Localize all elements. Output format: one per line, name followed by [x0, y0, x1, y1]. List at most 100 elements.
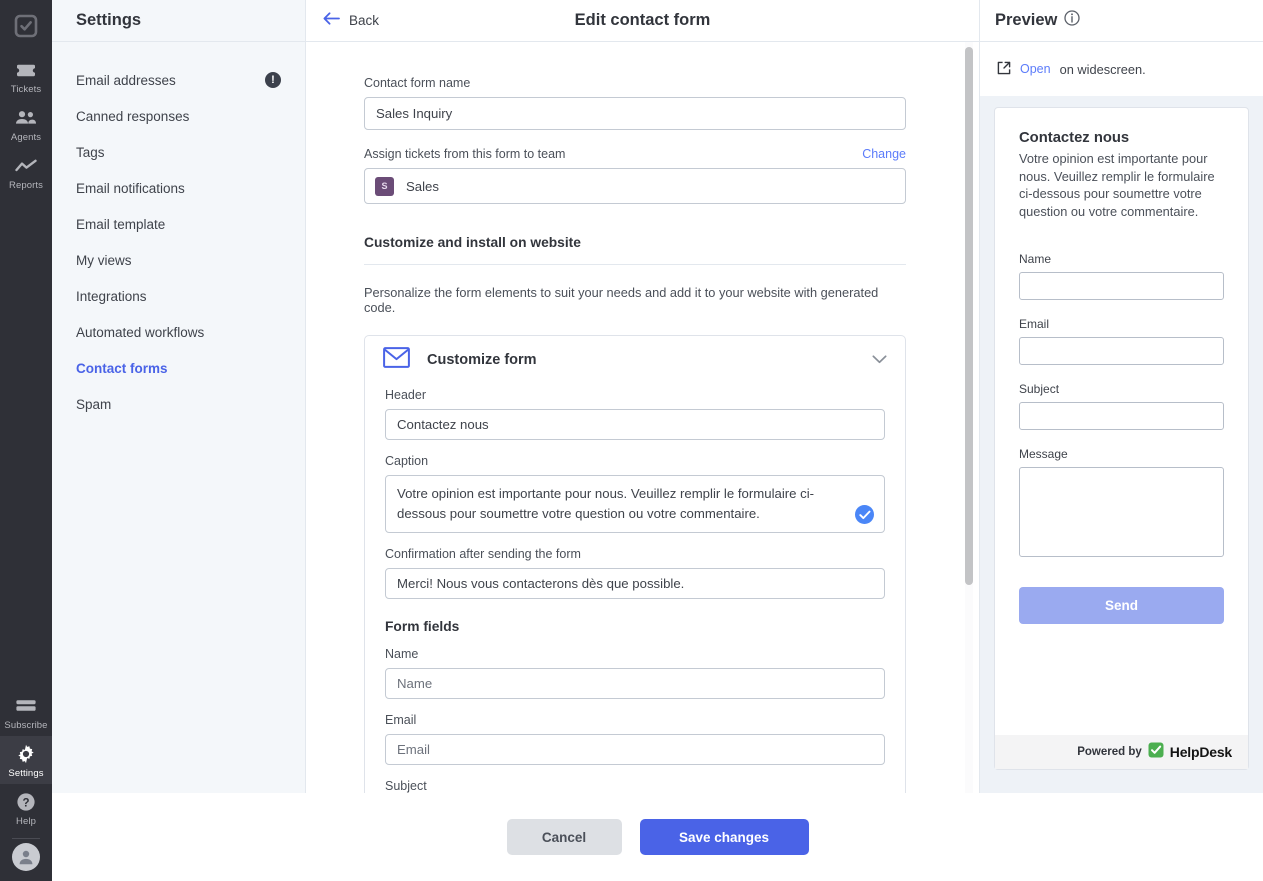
- preview-field-email-label: Email: [1019, 317, 1050, 331]
- helpdesk-check-icon: [1148, 742, 1164, 763]
- form-field-name-input[interactable]: Name: [385, 668, 885, 699]
- settings-title: Settings: [76, 11, 142, 29]
- confirmation-field-block: Confirmation after sending the form Merc…: [385, 547, 885, 599]
- preview-field-subject-label: Subject: [1019, 382, 1060, 396]
- preview-form-card: Contactez nous Votre opinion est importa…: [994, 107, 1249, 770]
- sidebar-item-canned-responses[interactable]: Canned responses: [52, 98, 305, 134]
- avatar[interactable]: [12, 843, 40, 871]
- rail-label-subscribe: Subscribe: [4, 720, 48, 731]
- sidebar-item-tags[interactable]: Tags: [52, 134, 305, 170]
- reports-icon: [15, 155, 37, 177]
- back-label: Back: [349, 13, 380, 28]
- preview-field-subject: Subject: [1019, 382, 1224, 430]
- sidebar-item-email-addresses[interactable]: Email addresses !: [52, 62, 305, 98]
- team-avatar: S: [375, 176, 394, 196]
- preview-form-caption: Votre opinion est importante pour nous. …: [1019, 151, 1215, 219]
- assign-team-block: Assign tickets from this form to team Ch…: [364, 147, 906, 204]
- rail-label-tickets: Tickets: [10, 84, 42, 95]
- header-field-input[interactable]: Contactez nous: [385, 409, 885, 440]
- help-icon: ?: [16, 791, 36, 813]
- rail-item-settings[interactable]: Settings: [0, 736, 52, 784]
- card-icon: [15, 695, 37, 717]
- rail-item-subscribe[interactable]: Subscribe: [0, 688, 52, 736]
- caption-field-block: Caption Votre opinion est importante pou…: [385, 454, 885, 533]
- form-field-name-block: Name Name: [385, 647, 885, 699]
- team-name: Sales: [406, 178, 439, 194]
- customize-form-card-header[interactable]: Customize form: [365, 336, 905, 384]
- preview-title: Preview: [995, 11, 1058, 29]
- form-field-email-input[interactable]: Email: [385, 734, 885, 765]
- form-field-name-label: Name: [385, 647, 419, 661]
- assign-team-label: Assign tickets from this form to team: [364, 147, 566, 161]
- sidebar-item-integrations[interactable]: Integrations: [52, 278, 305, 314]
- preview-header: Preview: [980, 0, 1263, 42]
- alert-badge-icon: !: [265, 72, 281, 88]
- preview-stage: Contactez nous Votre opinion est importa…: [980, 96, 1263, 881]
- back-button[interactable]: Back: [323, 11, 380, 30]
- preview-field-email-input[interactable]: [1019, 337, 1224, 365]
- external-link-icon[interactable]: [997, 61, 1011, 78]
- preview-form-body: Contactez nous Votre opinion est importa…: [995, 108, 1248, 735]
- sidebar-item-label: Automated workflows: [76, 324, 205, 340]
- sidebar-item-automated-workflows[interactable]: Automated workflows: [52, 314, 305, 350]
- sidebar-item-label: Integrations: [76, 288, 147, 304]
- preview-field-name-input[interactable]: [1019, 272, 1224, 300]
- sidebar-item-label: My views: [76, 252, 132, 268]
- sidebar-item-label: Email template: [76, 216, 166, 232]
- settings-sidebar: Settings Email addresses ! Canned respon…: [52, 0, 306, 881]
- rail-label-help: Help: [16, 816, 36, 827]
- info-circle-icon[interactable]: [1064, 10, 1081, 31]
- sidebar-item-email-template[interactable]: Email template: [52, 206, 305, 242]
- main-scrollbar-thumb[interactable]: [965, 47, 973, 585]
- confirmation-field-label: Confirmation after sending the form: [385, 547, 581, 561]
- sidebar-item-my-views[interactable]: My views: [52, 242, 305, 278]
- powered-by-label: Powered by: [1077, 746, 1142, 758]
- rail-item-tickets[interactable]: Tickets: [0, 52, 52, 100]
- sidebar-item-email-notifications[interactable]: Email notifications: [52, 170, 305, 206]
- caption-field-textarea[interactable]: Votre opinion est importante pour nous. …: [385, 475, 885, 533]
- confirmation-field-input[interactable]: Merci! Nous vous contacterons dès que po…: [385, 568, 885, 599]
- rail-divider: [12, 838, 40, 839]
- preview-field-subject-input[interactable]: [1019, 402, 1224, 430]
- chevron-down-icon[interactable]: [872, 351, 887, 369]
- sidebar-item-contact-forms[interactable]: Contact forms: [52, 350, 305, 386]
- form-field-email-label: Email: [385, 713, 417, 727]
- rail-label-reports: Reports: [9, 180, 43, 191]
- change-team-link[interactable]: Change: [862, 147, 906, 161]
- sidebar-item-label: Tags: [76, 144, 105, 160]
- caption-field-label: Caption: [385, 454, 429, 468]
- sidebar-item-label: Spam: [76, 396, 112, 412]
- app-logo-icon[interactable]: [8, 8, 44, 44]
- sidebar-item-spam[interactable]: Spam: [52, 386, 305, 422]
- preview-panel: Preview Open on widescreen. Contactez no…: [980, 0, 1263, 881]
- customize-section-title: Customize and install on website: [364, 235, 581, 250]
- sidebar-item-label: Contact forms: [76, 360, 168, 376]
- contact-form-name-input[interactable]: Sales Inquiry: [364, 97, 906, 130]
- preview-field-name-label: Name: [1019, 252, 1052, 266]
- form-field-subject-label: Subject: [385, 779, 427, 793]
- rail-item-reports[interactable]: Reports: [0, 148, 52, 196]
- cancel-button[interactable]: Cancel: [506, 819, 622, 855]
- contact-form-name-label: Contact form name: [364, 76, 471, 90]
- preview-field-message: Message: [1019, 447, 1224, 557]
- svg-text:?: ?: [22, 797, 29, 809]
- edit-contact-form-panel: Back Edit contact form Contact form name…: [306, 0, 980, 881]
- preview-field-name: Name: [1019, 252, 1224, 300]
- preview-send-button[interactable]: Send: [1019, 587, 1224, 624]
- preview-field-message-textarea[interactable]: [1019, 467, 1224, 557]
- caption-field-value: Votre opinion est importante pour nous. …: [397, 486, 815, 521]
- open-widescreen-link[interactable]: Open: [1020, 62, 1051, 76]
- main-scrollbar-track[interactable]: [965, 42, 973, 881]
- rail-label-agents: Agents: [10, 132, 42, 143]
- open-widescreen-suffix: on widescreen.: [1059, 61, 1146, 77]
- customize-section-desc: Personalize the form elements to suit yo…: [364, 285, 879, 315]
- open-widescreen-row: Open on widescreen.: [980, 42, 1263, 96]
- assigned-team-field[interactable]: S Sales: [364, 168, 906, 204]
- save-changes-button[interactable]: Save changes: [639, 819, 809, 855]
- rail-item-agents[interactable]: Agents: [0, 100, 52, 148]
- rail-item-help[interactable]: ? Help: [0, 784, 52, 832]
- settings-header: Settings: [52, 0, 305, 42]
- helpdesk-brand-label: HelpDesk: [1169, 744, 1232, 760]
- preview-footer: Powered by HelpDesk: [995, 735, 1248, 769]
- settings-nav: Email addresses ! Canned responses Tags …: [52, 42, 305, 422]
